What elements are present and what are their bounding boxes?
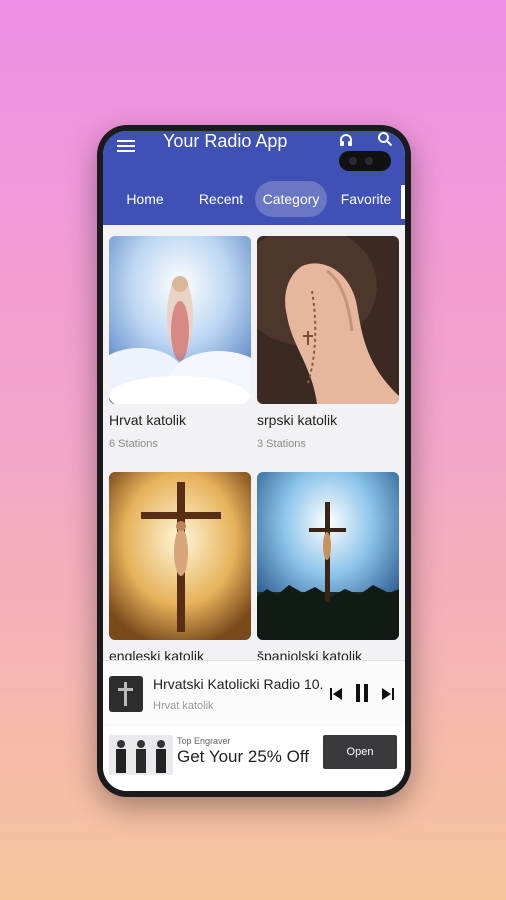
category-name: srpski katolik [257, 412, 338, 428]
category-station-count: 3 Stations [257, 438, 306, 450]
now-playing-subtitle: Hrvat katolik [153, 700, 214, 712]
menu-icon[interactable] [117, 137, 135, 155]
ad-brand: Top Engraver [177, 736, 231, 746]
category-card[interactable]: španjolski katolik [257, 472, 399, 661]
tab-favorite[interactable]: Favorite [333, 181, 399, 217]
category-name: Hrvat katolik [109, 412, 187, 428]
category-card[interactable]: srpski katolik 3 Stations [257, 236, 399, 450]
ad-banner[interactable]: Top Engraver Get Your 25% Off Open [103, 727, 405, 791]
category-image [257, 472, 399, 640]
category-grid: Hrvat katolik 6 Stations srpski katolik [103, 225, 405, 661]
tab-home[interactable]: Home [117, 181, 173, 217]
tab-category[interactable]: Category [255, 181, 327, 217]
pause-icon[interactable] [355, 683, 369, 703]
tab-recent[interactable]: Recent [189, 181, 253, 217]
ad-image [109, 735, 173, 775]
now-playing-thumbnail [109, 676, 143, 712]
search-icon[interactable] [377, 131, 393, 147]
app-bar: Your Radio App Home Recent Category Favo… [103, 131, 405, 225]
camera-cutout [339, 151, 391, 171]
next-icon[interactable] [381, 686, 395, 702]
category-image [109, 472, 251, 640]
category-card[interactable]: engleski katolik [109, 472, 251, 661]
category-image [257, 236, 399, 404]
ad-open-button[interactable]: Open [323, 735, 397, 769]
phone-frame: Your Radio App Home Recent Category Favo… [97, 125, 411, 797]
headphones-icon[interactable] [339, 133, 353, 147]
tab-scroll-edge [401, 185, 405, 219]
category-card[interactable]: Hrvat katolik 6 Stations [109, 236, 251, 450]
app-screen: Your Radio App Home Recent Category Favo… [103, 131, 405, 791]
app-title: Your Radio App [163, 131, 288, 151]
now-playing-title: Hrvatski Katolicki Radio 10... [153, 676, 323, 692]
previous-icon[interactable] [329, 686, 343, 702]
now-playing-bar[interactable]: Hrvatski Katolicki Radio 10... Hrvat kat… [103, 660, 405, 727]
tab-bar: Home Recent Category Favorite [103, 181, 405, 221]
category-station-count: 6 Stations [109, 438, 158, 450]
category-image [109, 236, 251, 404]
ad-headline: Get Your 25% Off [177, 747, 309, 766]
